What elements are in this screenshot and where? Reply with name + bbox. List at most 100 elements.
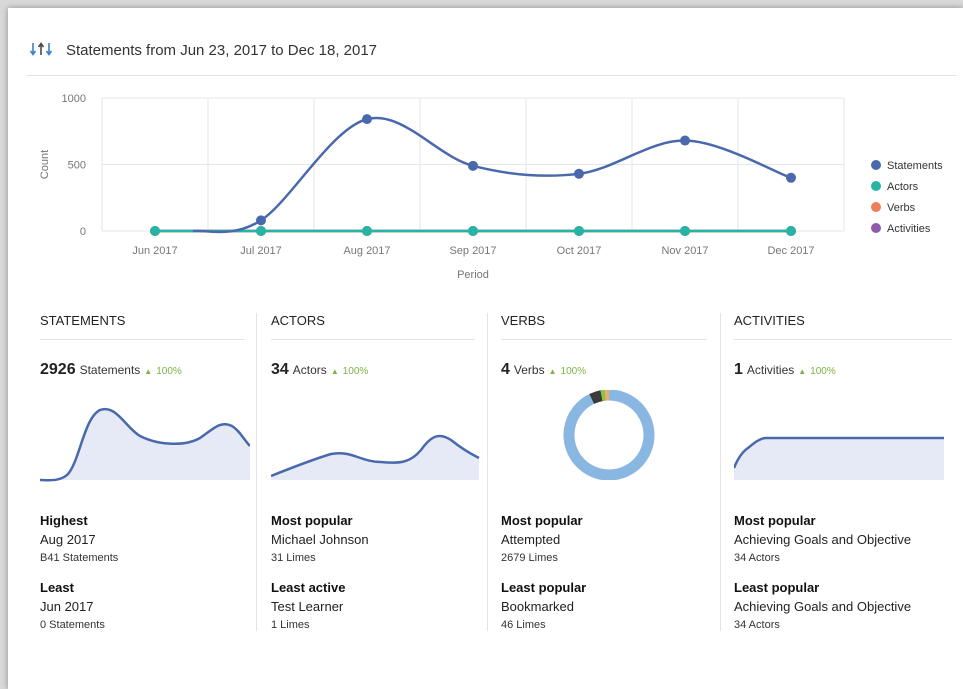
actors-point: [362, 226, 372, 236]
stat-change: 100%: [342, 366, 369, 377]
stat-change: 100%: [560, 366, 587, 377]
summary-most-popular: Most popular Achieving Goals and Objecti…: [734, 512, 911, 568]
stat-line: 34 Actors ▲ 100%: [271, 361, 368, 379]
stat-number: 2926: [40, 361, 76, 378]
summary-count: 0 Statements: [40, 619, 105, 631]
column-title: STATEMENTS: [40, 313, 244, 340]
y-tick-label: 500: [68, 160, 86, 172]
up-arrow-icon: ▲: [144, 367, 153, 376]
statements-line-chart: 0 500 1000 Jun 2017 Jul 2017 Aug 2017 Sep 2017…: [39, 93, 943, 281]
donut-slice: [600, 390, 607, 402]
actors-point: [786, 226, 796, 236]
summary-heading: Least popular: [501, 580, 587, 595]
summary-heading: Least active: [271, 580, 346, 595]
summary-count: 34 Actors: [734, 552, 780, 564]
stat-change: 100%: [156, 366, 182, 377]
y-tick-label: 0: [80, 226, 86, 238]
statements-series-line: [192, 116, 792, 234]
actors-sparkline: [271, 434, 480, 480]
statements-column: STATEMENTS 2926 Statements ▲ 100% Highest A…: [40, 313, 250, 635]
x-tick-label: Oct 2017: [557, 245, 602, 257]
verbs-donut-chart: [563, 390, 655, 480]
stat-line: 4 Verbs ▲ 100%: [501, 361, 586, 379]
actors-point: [680, 226, 690, 236]
legend-marker: [871, 202, 881, 212]
summary-least: Least Jun 2017 0 Statements: [40, 579, 105, 635]
x-tick-label: Aug 2017: [343, 245, 390, 257]
legend-label: Actors: [887, 181, 919, 193]
donut-slice: [589, 390, 603, 404]
legend-marker: [871, 160, 881, 170]
stat-label: Activities: [746, 363, 795, 377]
page-title: Statements from Jun 23, 2017 to Dec 18, …: [66, 42, 378, 59]
stat-label: Actors: [292, 363, 327, 377]
summary-heading: Least: [40, 580, 74, 595]
summary-value: Bookmarked: [501, 599, 574, 614]
column-divider: [487, 313, 488, 631]
y-axis-label: Count: [39, 150, 51, 179]
summary-count: 1 Limes: [271, 619, 310, 631]
summary-least-popular: Least popular Achieving Goals and Object…: [734, 579, 911, 635]
summary-most-popular: Most popular Attempted 2679 Limes: [501, 512, 583, 568]
up-arrow-icon: ▲: [548, 367, 557, 376]
x-tick-label: Sep 2017: [449, 245, 496, 257]
activities-sparkline: [734, 436, 944, 480]
stat-label: Verbs: [513, 363, 545, 377]
stat-number: 34: [271, 361, 289, 378]
x-tick-label: Jul 2017: [240, 245, 282, 257]
statements-sparkline: [40, 407, 250, 482]
legend-label: Verbs: [887, 202, 916, 214]
activities-column: ACTIVITIES 1 Activities ▲ 100% Most popular…: [734, 313, 952, 633]
x-axis-label: Period: [457, 269, 489, 281]
summary-value: Attempted: [501, 532, 561, 547]
summary-count: 2679 Limes: [501, 552, 558, 564]
up-arrow-icon: ▲: [330, 367, 339, 376]
summary-count: B41 Statements: [40, 552, 119, 564]
statements-point: [680, 135, 690, 146]
summary-heading: Most popular: [271, 513, 353, 528]
summary-count: 31 Limes: [271, 552, 316, 564]
legend-marker: [871, 181, 881, 191]
donut-slice: [563, 390, 655, 480]
statements-point: [362, 114, 372, 125]
legend-marker: [871, 223, 881, 233]
y-tick-label: 1000: [62, 93, 86, 105]
summary-heading: Most popular: [501, 513, 583, 528]
statements-point: [574, 168, 584, 179]
summary-least-active: Least active Test Learner 1 Limes: [271, 579, 345, 635]
x-tick-label: Dec 2017: [767, 245, 814, 257]
stat-number: 4: [501, 361, 510, 378]
header-bar: Statements from Jun 23, 2017 to Dec 18, …: [26, 33, 956, 76]
column-title: ACTIVITIES: [734, 313, 952, 340]
summary-heading: Highest: [40, 513, 88, 528]
column-title: VERBS: [501, 313, 707, 340]
actors-column: ACTORS 34 Actors ▲ 100% Most popular Michae…: [271, 313, 480, 635]
summary-value: Aug 2017: [40, 532, 96, 547]
actors-point: [574, 226, 584, 236]
stat-line: 1 Activities ▲ 100%: [734, 361, 836, 379]
summary-least-popular: Least popular Bookmarked 46 Limes: [501, 579, 586, 635]
summary-most-popular: Most popular Michael Johnson 31 Limes: [271, 512, 369, 568]
x-tick-label: Jun 2017: [132, 245, 177, 257]
stat-line: 2926 Statements ▲ 100%: [40, 361, 182, 379]
summary-value: Jun 2017: [40, 599, 94, 614]
x-tick-label: Nov 2017: [661, 245, 708, 257]
actors-point: [256, 226, 266, 236]
statements-point: [786, 172, 796, 183]
summary-highest: Highest Aug 2017 B41 Statements: [40, 512, 118, 568]
legend-label: Statements: [887, 160, 943, 172]
sort-arrows-icon[interactable]: [29, 41, 54, 62]
summary-value: Achieving Goals and Objective: [734, 532, 912, 547]
up-arrow-icon: ▲: [798, 367, 807, 376]
statements-point: [256, 215, 266, 226]
summary-value: Michael Johnson: [271, 532, 369, 547]
column-divider: [256, 313, 257, 631]
verbs-column: VERBS 4 Verbs ▲ 100% Most popular Attempted…: [501, 313, 707, 633]
stat-label: Statements: [79, 363, 141, 377]
summary-value: Achieving Goals and Objective: [734, 599, 912, 614]
statements-point: [468, 160, 478, 171]
stat-change: 100%: [810, 366, 836, 377]
summary-count: 34 Actors: [734, 619, 780, 631]
actors-point: [150, 226, 160, 236]
column-title: ACTORS: [271, 313, 475, 340]
